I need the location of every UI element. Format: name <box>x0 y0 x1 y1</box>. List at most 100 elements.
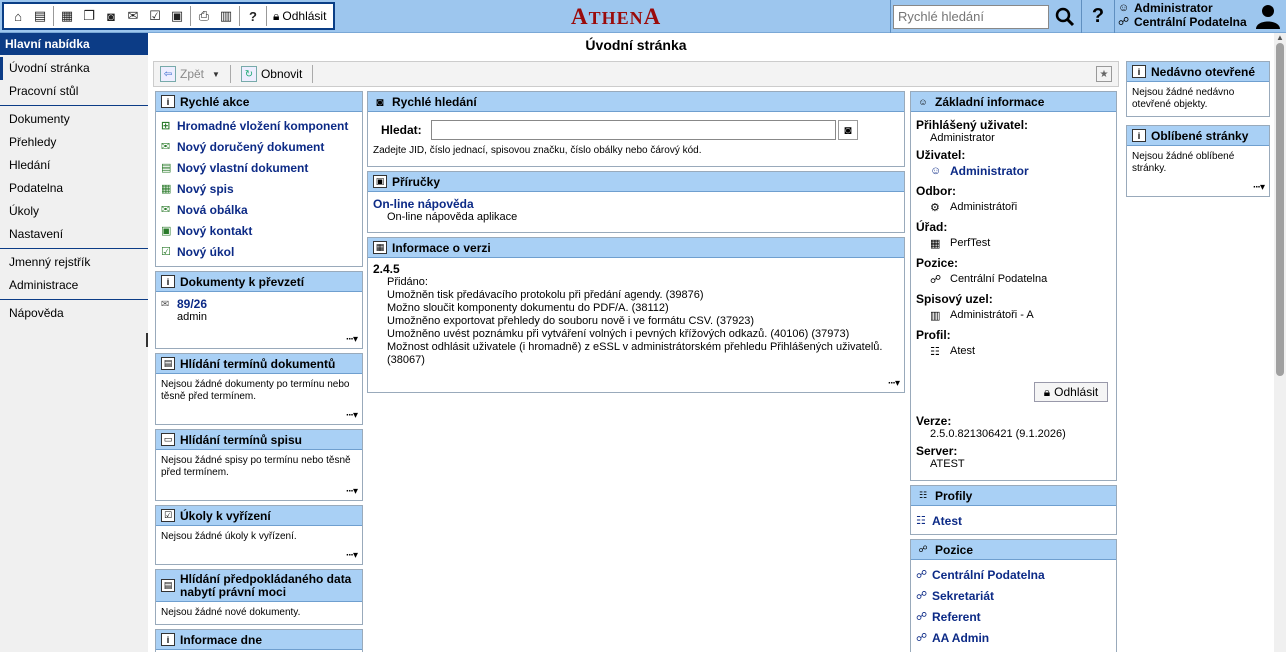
panel-header: i Informace dne <box>156 630 362 650</box>
sidebar-item-documents[interactable]: Dokumenty <box>0 108 148 131</box>
user-small-icon: ☺ <box>1118 2 1130 14</box>
action-new-own-document[interactable]: ▤ Nový vlastní dokument <box>161 157 357 178</box>
action-new-envelope[interactable]: ✉ Nová obálka <box>161 199 357 220</box>
panel-header: i Rychlé akce <box>156 92 362 112</box>
sidebar-item-administration[interactable]: Administrace <box>0 274 148 297</box>
home-icon[interactable]: ⌂ <box>7 5 29 27</box>
printer-icon[interactable]: ⎙ <box>193 5 215 27</box>
binoculars-search-button[interactable]: ◙ <box>838 120 858 140</box>
quick-search-input[interactable] <box>431 120 836 140</box>
user-link[interactable]: ☺ Administrator <box>916 162 1111 180</box>
refresh-button[interactable]: ↻ Obnovit <box>235 63 308 85</box>
separator <box>890 0 891 33</box>
position-link[interactable]: ☍ Centrální Podatelna <box>916 564 1111 585</box>
binder-icon: ▥ <box>930 309 941 322</box>
version-item: Možno sloučit komponenty dokumentu do PD… <box>387 302 669 314</box>
add-task-icon: ☑ <box>161 246 171 258</box>
docs-to-take-panel: i Dokumenty k převzetí ✉ 89/26 admin ···▾ <box>155 271 363 349</box>
online-help-link[interactable]: On-line nápověda <box>373 197 899 211</box>
action-new-received-document[interactable]: ✉ Nový doručený dokument <box>161 136 357 157</box>
action-bulk-insert-components[interactable]: ⊞ Hromadné vložení komponent <box>161 115 357 136</box>
day-info-panel: i Informace dne <box>155 629 363 652</box>
more-button[interactable]: ···▾ <box>346 486 358 497</box>
main-content: Úvodní stránka ⇦ Zpět ▼ ↻ Obnovit ★ i Ryc… <box>148 33 1124 652</box>
document-icon: ▤ <box>161 357 175 370</box>
position-link[interactable]: ☍ Sekretariát <box>916 585 1111 606</box>
position-value: ☍ Centrální Podatelna <box>930 273 1048 286</box>
sidebar-item-overviews[interactable]: Přehledy <box>0 131 148 154</box>
user-info: ☺ Administrator ☍ Centrální Podatelna <box>1118 1 1247 29</box>
favorite-star-icon[interactable]: ★ <box>1096 66 1112 82</box>
separator <box>312 65 314 83</box>
sidebar-item-search[interactable]: Hledání <box>0 154 148 177</box>
sidebar-item-registry[interactable]: Podatelna <box>0 177 148 200</box>
position-link[interactable]: ☍ AA Admin <box>916 627 1111 648</box>
sidebar-item-tasks[interactable]: Úkoly <box>0 200 148 223</box>
sidebar-item-settings[interactable]: Nastavení <box>0 223 148 246</box>
vertical-scrollbar[interactable]: ▲ <box>1274 33 1286 652</box>
document-icon[interactable]: ▤ <box>29 5 51 27</box>
panel-header: ▣ Příručky <box>368 172 904 192</box>
logout-button[interactable]: 🔒︎ Odhlásit <box>1034 382 1108 402</box>
task-icon[interactable]: ☑ <box>144 5 166 27</box>
more-button[interactable]: ···▾ <box>888 378 900 389</box>
scroll-thumb[interactable] <box>1276 43 1284 376</box>
user-avatar-icon[interactable] <box>1255 3 1281 29</box>
inbox-icon[interactable]: ✉ <box>122 5 144 27</box>
more-button[interactable]: ···▾ <box>346 410 358 421</box>
info-icon: i <box>1132 65 1146 78</box>
binoculars-icon[interactable]: ◙ <box>100 5 122 27</box>
panel-header: ▤ Hlídání předpokládaného data nabytí prá… <box>156 570 362 602</box>
chevron-down-icon[interactable]: ▼ <box>212 70 220 79</box>
info-icon: i <box>161 633 175 646</box>
more-button[interactable]: ···▾ <box>346 334 358 345</box>
refresh-icon: ↻ <box>240 66 257 82</box>
sidebar-item-home[interactable]: Úvodní stránka <box>0 57 148 80</box>
action-new-contact[interactable]: ▣ Nový kontakt <box>161 220 357 241</box>
toolbar-separator <box>190 6 191 26</box>
back-button[interactable]: ⇦ Zpět ▼ <box>154 63 226 85</box>
scroll-up-icon[interactable]: ▲ <box>1276 33 1284 42</box>
position-icon: ☍ <box>916 611 928 623</box>
document-icon: ▤ <box>161 579 175 592</box>
sidebar-item-workdesk[interactable]: Pracovní stůl <box>0 80 148 103</box>
add-envelope-icon: ✉ <box>161 204 171 216</box>
panel-text: Nejsou žádné dokumenty po termínu nebo t… <box>161 379 350 402</box>
toolbar-logout-button[interactable]: 🔒︎ Odhlásit <box>269 5 330 27</box>
help-question-icon[interactable]: ? <box>242 5 264 27</box>
organization-icon[interactable]: ▥ <box>215 5 237 27</box>
logged-user-value: Administrator <box>930 132 995 144</box>
search-button[interactable] <box>1049 0 1081 33</box>
legal-force-panel: ▤ Hlídání předpokládaného data nabytí prá… <box>155 569 363 625</box>
version-value: 2.5.0.821306421 (9.1.2026) <box>930 428 1066 440</box>
file-folder-icon[interactable]: ▦ <box>56 5 78 27</box>
position-icon: ☍ <box>916 632 928 644</box>
help-button[interactable]: ? <box>1082 0 1114 33</box>
version-number: 2.4.5 <box>373 262 400 276</box>
quick-search-panel: ◙ Rychlé hledání Hledat: ◙ Zadejte JID, č… <box>367 91 905 167</box>
lock-icon: 🔒︎ <box>1043 384 1051 399</box>
version-item: Umožněno uvést poznámku při vytváření vo… <box>387 328 850 340</box>
action-new-file[interactable]: ▦ Nový spis <box>161 178 357 199</box>
quick-search-hint: Zadejte JID, číslo jednací, spisovou zna… <box>373 145 702 156</box>
action-new-task[interactable]: ☑ Nový úkol <box>161 241 357 262</box>
profile-tree-icon: ☷ <box>916 515 926 527</box>
top-search-input[interactable] <box>893 4 1049 29</box>
version-item: Možnost odhlásit uživatele (i hromadně) … <box>387 341 883 366</box>
sidebar-item-name-register[interactable]: Jmenný rejstřík <box>0 251 148 274</box>
clipboard-icon[interactable]: ▣ <box>166 5 188 27</box>
position-link[interactable]: ☍ Referent <box>916 606 1111 627</box>
office-value: ▦ PerfTest <box>930 237 991 250</box>
user-icon: ☺ <box>930 165 942 177</box>
add-document-icon: ▤ <box>161 162 172 174</box>
top-search-area: ? <box>890 0 1115 33</box>
more-button[interactable]: ···▾ <box>1253 182 1265 193</box>
copy-icon[interactable]: ❐ <box>78 5 100 27</box>
sidebar-item-help[interactable]: Nápověda <box>0 302 148 325</box>
profile-link[interactable]: ☷ Atest <box>916 510 1111 531</box>
doc-to-take-link[interactable]: ✉ 89/26 <box>161 297 357 311</box>
user-name-row: ☺ Administrator <box>1118 1 1247 15</box>
position-icon: ☍ <box>916 590 928 602</box>
add-document-icon: ⊞ <box>161 120 171 132</box>
more-button[interactable]: ···▾ <box>346 550 358 561</box>
